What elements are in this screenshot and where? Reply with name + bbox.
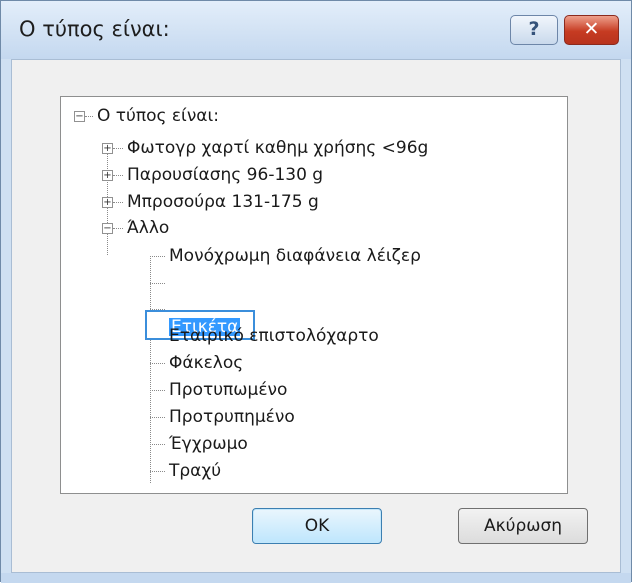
tree-connector bbox=[150, 256, 151, 483]
tree-connector bbox=[150, 283, 165, 284]
tree-item-leaf[interactable]: Προτρυπημένο bbox=[169, 406, 295, 428]
close-button[interactable]: ✕ bbox=[564, 15, 619, 45]
expand-icon[interactable]: + bbox=[102, 197, 113, 208]
dialog-title: Ο τύπος είναι: bbox=[19, 17, 170, 41]
title-bar[interactable]: Ο τύπος είναι: ? ✕ bbox=[1, 1, 631, 59]
tree-root[interactable]: Ο τύπος είναι: bbox=[97, 105, 219, 127]
tree-connector bbox=[150, 417, 165, 418]
tree-item-leaf[interactable]: Μονόχρωμη διαφάνεια λέιζερ bbox=[169, 245, 421, 267]
dialog-content: − Ο τύπος είναι: + Φωτογρ χαρτί καθημ χρ… bbox=[11, 59, 621, 573]
tree-connector bbox=[150, 363, 165, 364]
ok-button[interactable]: OK bbox=[252, 508, 382, 544]
tree-connector bbox=[150, 471, 165, 472]
tree-connector bbox=[150, 390, 165, 391]
dialog-window: Ο τύπος είναι: ? ✕ − Ο τύπος είναι: + Φω… bbox=[0, 0, 632, 583]
tree-item-category[interactable]: Άλλο bbox=[127, 217, 169, 239]
tree-item-category[interactable]: Παρουσίασης 96-130 g bbox=[127, 164, 323, 186]
expand-icon[interactable]: + bbox=[102, 170, 113, 181]
tree-item-leaf[interactable]: Έγχρωμο bbox=[169, 433, 248, 455]
expand-icon[interactable]: + bbox=[102, 143, 113, 154]
tree-item-leaf[interactable]: Φάκελος bbox=[169, 352, 243, 374]
tree-item-leaf[interactable]: Εταιρικό επιστολόχαρτο bbox=[169, 325, 379, 347]
tree-connector bbox=[85, 116, 93, 117]
collapse-icon[interactable]: − bbox=[74, 111, 85, 122]
help-button[interactable]: ? bbox=[510, 15, 558, 45]
tree-connector bbox=[150, 444, 165, 445]
tree-connector bbox=[150, 256, 165, 257]
tree-item-leaf[interactable]: Προτυπωμένο bbox=[169, 379, 287, 401]
tree-connector bbox=[113, 202, 123, 203]
tree-item-leaf[interactable]: Τραχύ bbox=[169, 460, 221, 482]
tree-item-category[interactable]: Φωτογρ χαρτί καθημ χρήσης <96g bbox=[127, 137, 428, 159]
cancel-button[interactable]: Ακύρωση bbox=[458, 508, 588, 544]
tree-connector bbox=[113, 228, 123, 229]
tree-connector bbox=[113, 148, 123, 149]
tree-item-category[interactable]: Μπροσούρα 131-175 g bbox=[127, 191, 319, 213]
paper-type-tree: − Ο τύπος είναι: + Φωτογρ χαρτί καθημ χρ… bbox=[60, 96, 568, 494]
window-frame-bottom bbox=[1, 573, 631, 583]
collapse-icon[interactable]: − bbox=[102, 223, 113, 234]
tree-connector bbox=[113, 175, 123, 176]
